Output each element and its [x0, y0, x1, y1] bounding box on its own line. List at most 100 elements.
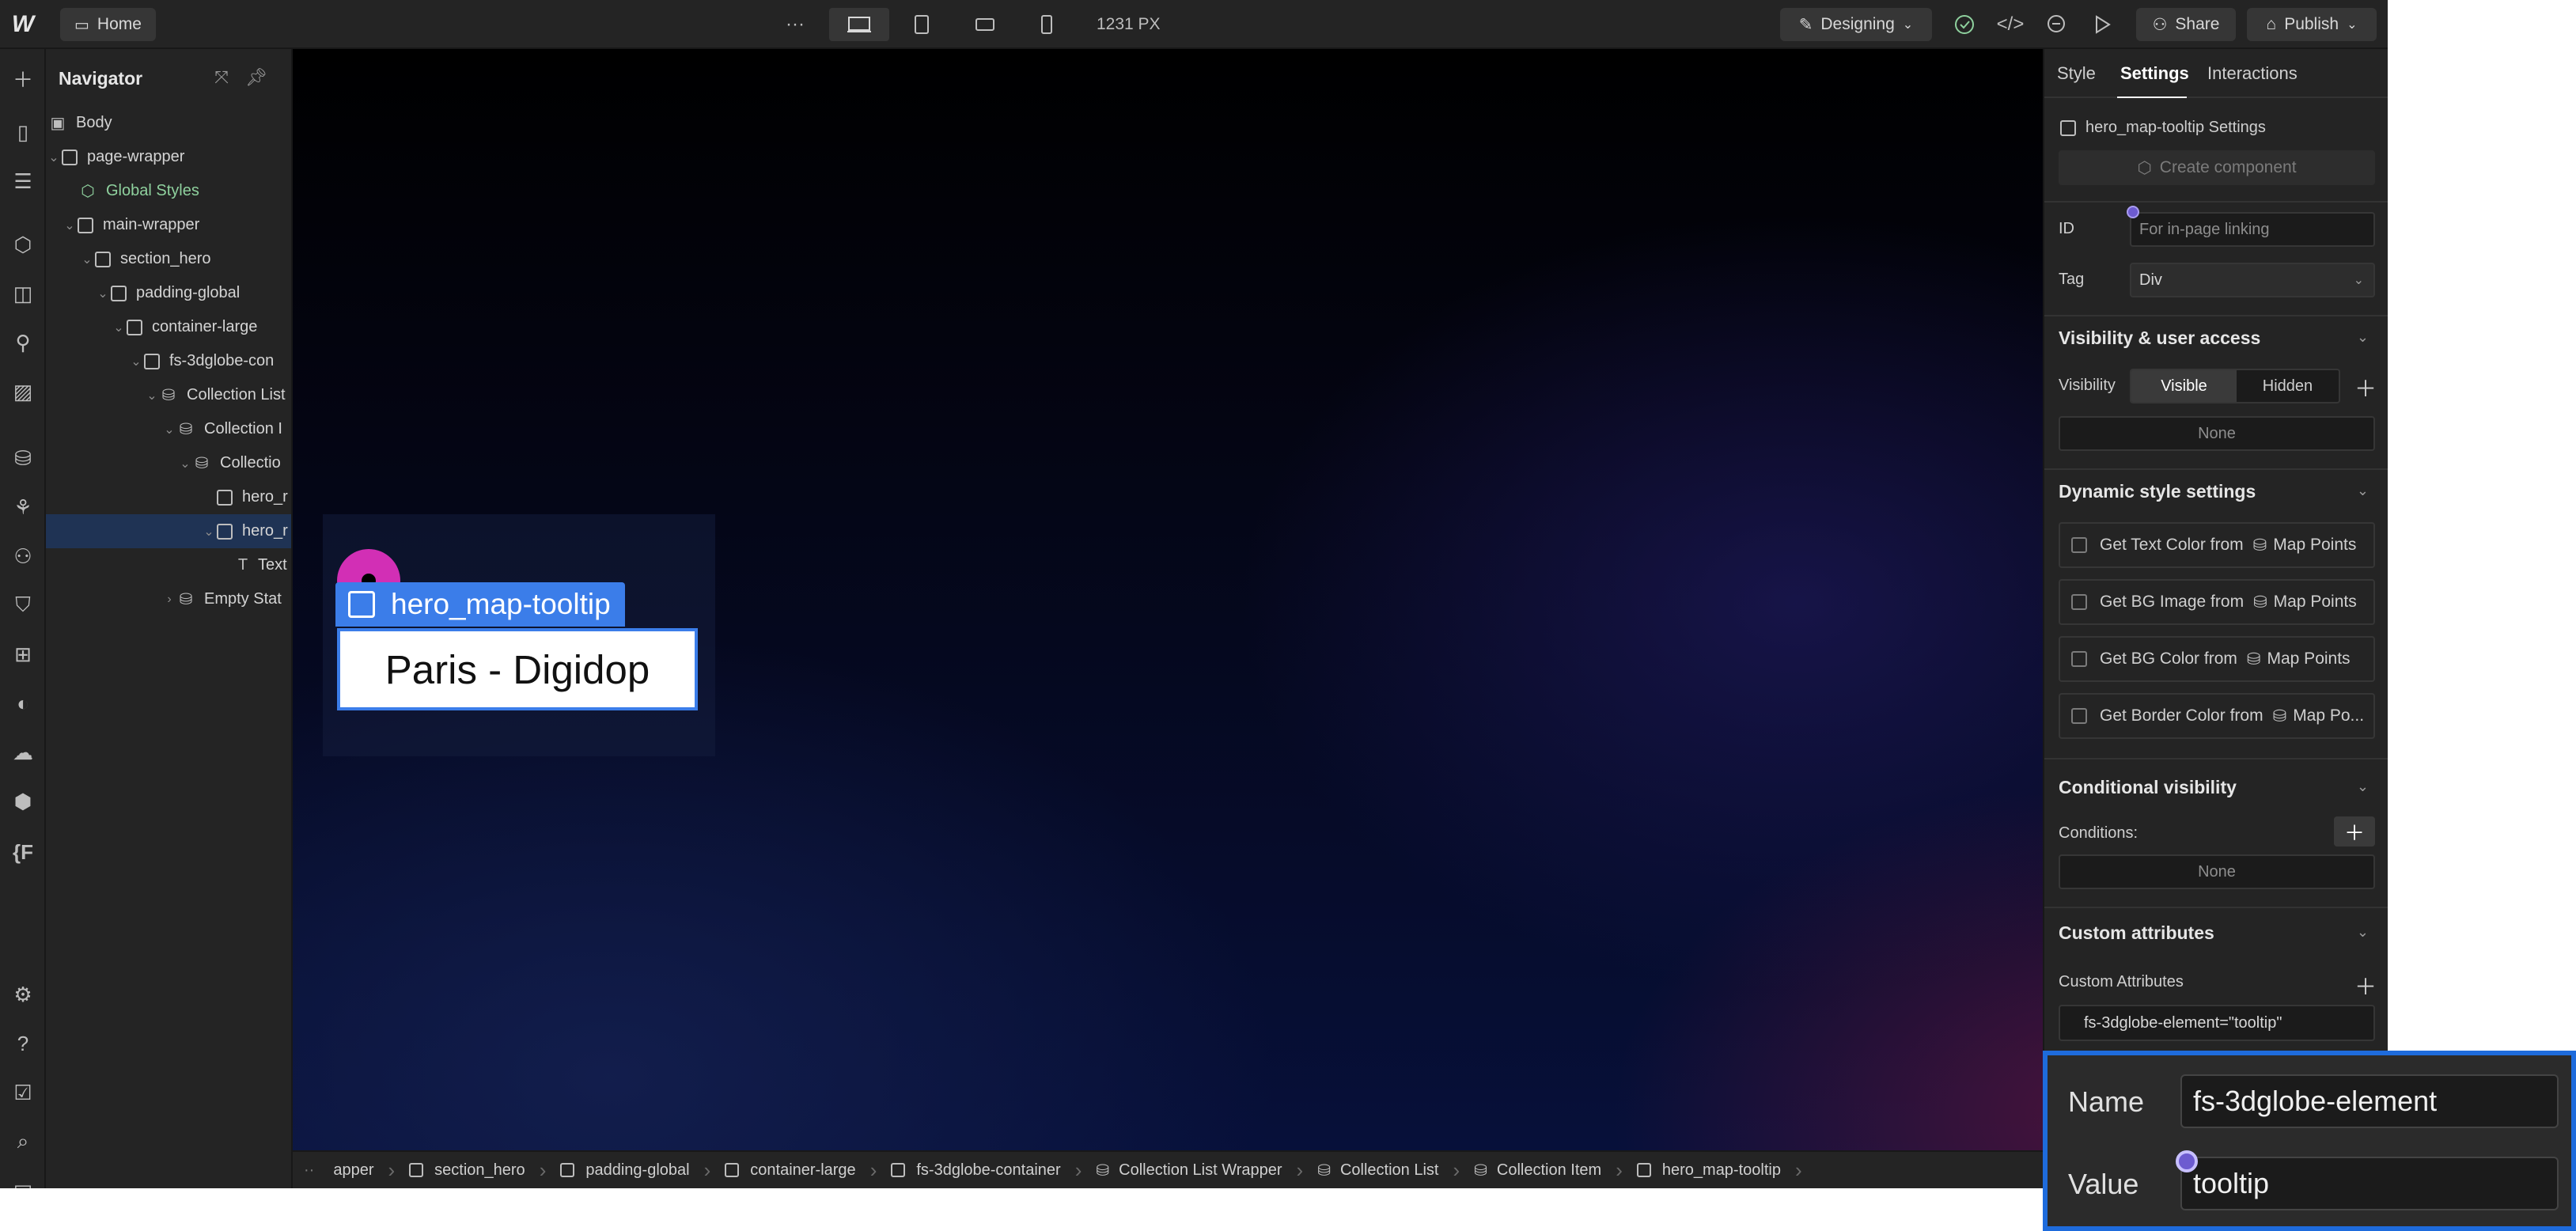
style-selectors-icon[interactable]: ◫: [0, 274, 46, 313]
tree-item-fs-3dglobe-container[interactable]: ⌄ fs-3dglobe-con: [46, 344, 291, 378]
selected-element-label[interactable]: hero_map-tooltip: [335, 582, 625, 627]
relume-icon[interactable]: ◐: [0, 684, 46, 723]
custom-attributes-section-title[interactable]: Custom attributes: [2059, 922, 2214, 944]
conditional-visibility-section-title[interactable]: Conditional visibility: [2059, 777, 2237, 798]
finsweet-icon[interactable]: {F: [0, 832, 46, 872]
chevron-down-icon[interactable]: ⌄: [95, 286, 111, 301]
dynamic-style-section-title[interactable]: Dynamic style settings: [2059, 481, 2256, 502]
chevron-down-icon[interactable]: ⌄: [2357, 483, 2369, 499]
dynamic-bg-image-row[interactable]: Get BG Image from ⛁ Map Points: [2059, 579, 2375, 625]
variables-icon[interactable]: ⚲: [0, 323, 46, 362]
breadcrumb-item[interactable]: ⛁ Collection Item: [1460, 1152, 1616, 1188]
chevron-right-icon[interactable]: ›: [161, 593, 177, 607]
add-attribute-icon[interactable]: ＋: [2354, 970, 2377, 1002]
mobile-portrait-breakpoint-icon[interactable]: [1030, 8, 1063, 41]
publish-button[interactable]: ⌂ Publish ⌄: [2247, 8, 2377, 41]
tab-settings[interactable]: Settings: [2120, 63, 2189, 84]
breadcrumb-overflow[interactable]: ··: [293, 1152, 328, 1188]
search-icon[interactable]: ⌕: [0, 1122, 46, 1161]
chevron-down-icon[interactable]: ⌄: [2357, 924, 2369, 941]
chevron-down-icon[interactable]: ⌄: [177, 456, 193, 472]
tablet-breakpoint-icon[interactable]: [905, 8, 938, 41]
create-component-button[interactable]: ⬡ Create component: [2059, 150, 2375, 185]
tree-item-collection-item[interactable]: ⌄ ⛁ Collectio: [46, 446, 291, 480]
mobile-landscape-breakpoint-icon[interactable]: [968, 8, 1002, 41]
dynamic-bg-color-row[interactable]: Get BG Color from ⛁ Map Points: [2059, 636, 2375, 682]
tree-item-collection-list[interactable]: ⌄ ⛁ Collection I: [46, 412, 291, 446]
settings-gear-icon[interactable]: ⚙: [0, 975, 46, 1014]
breadcrumb-item[interactable]: ⛁ Collection List: [1303, 1152, 1453, 1188]
breadcrumb-item[interactable]: hero_map-tooltip: [1623, 1152, 1795, 1188]
chevron-down-icon[interactable]: ⌄: [111, 320, 127, 335]
tree-item-empty-state[interactable]: › ⛁ Empty Stat: [46, 582, 291, 616]
collapse-all-icon[interactable]: ⤧: [209, 65, 234, 90]
breadcrumb-item[interactable]: apper: [328, 1152, 388, 1188]
visibility-toggle[interactable]: Visible Hidden: [2130, 369, 2340, 403]
checkbox[interactable]: [2071, 537, 2087, 553]
attribute-row[interactable]: fs-3dglobe-element="tooltip": [2059, 1005, 2375, 1041]
checkbox[interactable]: [2071, 708, 2087, 724]
add-element-icon[interactable]: ＋: [0, 59, 46, 98]
hero-map-tooltip[interactable]: Paris - Digidop: [337, 628, 698, 710]
breadcrumb-item[interactable]: container-large: [710, 1152, 869, 1188]
comment-icon[interactable]: [2040, 8, 2073, 41]
audit-icon[interactable]: ☑: [0, 1073, 46, 1112]
tree-item-collection-list-wrapper[interactable]: ⌄ ⛁ Collection List: [46, 378, 291, 412]
mode-selector-button[interactable]: ✎ Designing ⌄: [1780, 8, 1932, 41]
add-condition-button[interactable]: ＋: [2334, 816, 2375, 847]
chevron-down-icon[interactable]: ⌄: [201, 524, 217, 540]
plugin-icon[interactable]: ☁: [0, 733, 46, 772]
assets-icon[interactable]: ▨: [0, 372, 46, 411]
breadcrumb-item[interactable]: fs-3dglobe-container: [877, 1152, 1074, 1188]
apps-icon[interactable]: ⊞: [0, 634, 46, 674]
tree-item-body[interactable]: ▣ Body: [46, 106, 291, 140]
tree-item-hero-map-point[interactable]: hero_r: [46, 480, 291, 514]
chevron-down-icon[interactable]: ⌄: [62, 218, 78, 233]
pin-icon[interactable]: 📌︎: [244, 65, 269, 90]
attribute-value-input[interactable]: tooltip: [2180, 1157, 2559, 1210]
preview-play-icon[interactable]: [2085, 8, 2119, 41]
checkbox[interactable]: [2071, 651, 2087, 667]
components-icon[interactable]: ⬡: [0, 225, 46, 264]
tree-item-global-styles[interactable]: ⬡ Global Styles: [46, 174, 291, 208]
breadcrumb-item[interactable]: ⛁ Collection List Wrapper: [1082, 1152, 1296, 1188]
pages-icon[interactable]: ▯: [0, 112, 46, 152]
desktop-breakpoint-icon[interactable]: [829, 8, 889, 41]
box-icon[interactable]: ⬢: [0, 782, 46, 821]
check-status-icon[interactable]: [1948, 8, 1981, 41]
tree-item-hero-map-tooltip[interactable]: ⌄ hero_r: [46, 514, 291, 548]
chevron-down-icon[interactable]: ⌄: [2357, 778, 2369, 795]
breadcrumb-item[interactable]: section_hero: [395, 1152, 540, 1188]
breadcrumb-item[interactable]: padding-global: [546, 1152, 703, 1188]
tree-item-section-hero[interactable]: ⌄ section_hero: [46, 242, 291, 276]
tab-style[interactable]: Style: [2057, 63, 2096, 84]
hidden-option[interactable]: Hidden: [2237, 370, 2339, 402]
tag-select[interactable]: Div ⌄: [2130, 263, 2375, 297]
tree-item-text[interactable]: T Text: [46, 548, 291, 582]
webflow-logo-icon[interactable]: W: [6, 8, 40, 41]
add-visibility-icon[interactable]: ＋: [2354, 372, 2377, 403]
id-input[interactable]: For in-page linking: [2130, 212, 2375, 247]
code-icon[interactable]: </>: [1994, 8, 2027, 41]
tree-item-container-large[interactable]: ⌄ container-large: [46, 310, 291, 344]
chevron-down-icon[interactable]: ⌄: [161, 422, 177, 437]
dynamic-text-color-row[interactable]: Get Text Color from ⛁ Map Points: [2059, 522, 2375, 568]
page-selector-button[interactable]: ▭ Home: [60, 8, 156, 41]
tree-item-padding-global[interactable]: ⌄ padding-global: [46, 276, 291, 310]
ecommerce-icon[interactable]: ⛉: [0, 585, 46, 625]
logic-icon[interactable]: ⚘: [0, 487, 46, 527]
attribute-name-input[interactable]: fs-3dglobe-element: [2180, 1074, 2559, 1128]
binding-indicator-dot[interactable]: [2127, 206, 2139, 218]
tree-item-page-wrapper[interactable]: ⌄ page-wrapper: [46, 140, 291, 174]
dynamic-border-color-row[interactable]: Get Border Color from ⛁ Map Po...: [2059, 693, 2375, 739]
help-icon[interactable]: ?: [0, 1024, 46, 1063]
checkbox[interactable]: [2071, 594, 2087, 610]
share-button[interactable]: ⚇ Share: [2136, 8, 2236, 41]
more-options-button[interactable]: ···: [778, 8, 812, 41]
chevron-down-icon[interactable]: ⌄: [128, 354, 144, 369]
tree-item-main-wrapper[interactable]: ⌄ main-wrapper: [46, 208, 291, 242]
navigator-icon[interactable]: ☰: [0, 161, 46, 201]
chevron-down-icon[interactable]: ⌄: [79, 252, 95, 267]
tab-interactions[interactable]: Interactions: [2207, 63, 2298, 84]
video-tutorials-icon[interactable]: ▭: [0, 1168, 46, 1189]
